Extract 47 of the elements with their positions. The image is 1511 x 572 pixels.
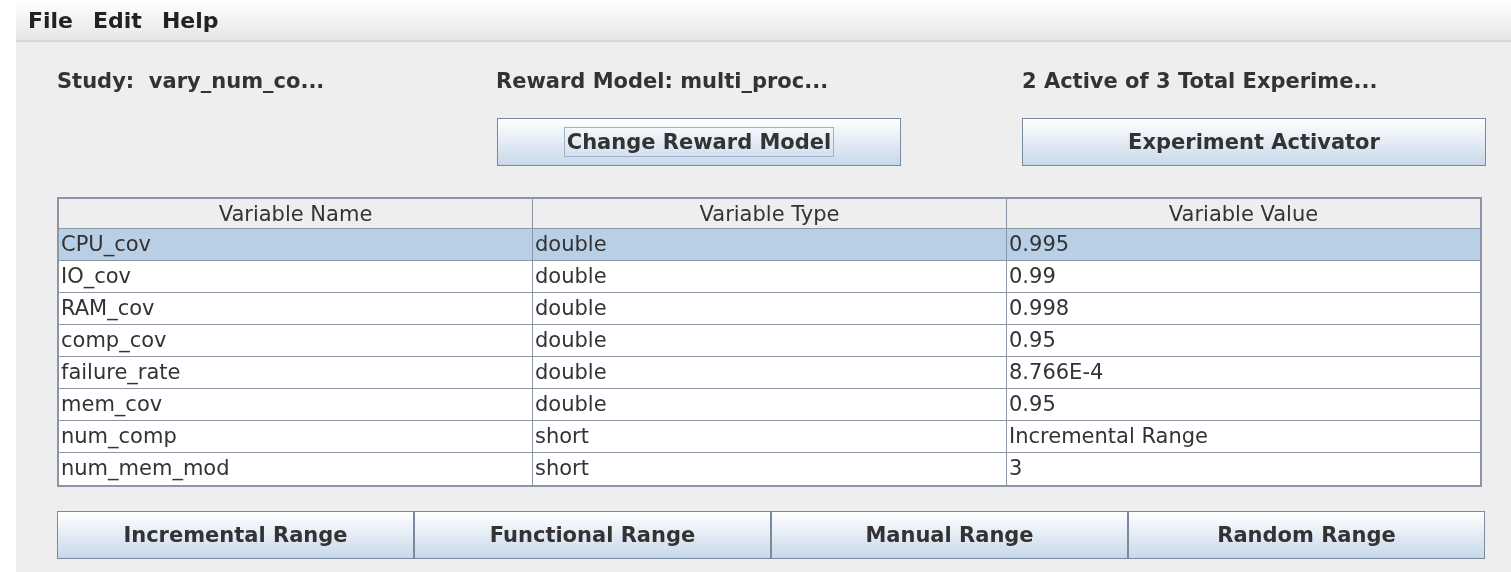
table-cell-text: 0.95 bbox=[1008, 391, 1057, 418]
table-row[interactable]: num_mem_mod short 3 bbox=[59, 453, 1480, 485]
table-cell: failure_rate bbox=[59, 357, 533, 388]
table-cell: double bbox=[533, 357, 1007, 388]
table-cell-text: 8.766E-4 bbox=[1008, 359, 1105, 386]
table-cell: RAM_cov bbox=[59, 293, 533, 324]
table-cell: short bbox=[533, 421, 1007, 452]
column-header[interactable]: Variable Type bbox=[533, 199, 1007, 228]
reward-model-label: Reward Model: multi_proc... bbox=[496, 69, 830, 93]
range-button[interactable]: Incremental Range bbox=[57, 511, 414, 559]
action-button[interactable]: Change Reward Model bbox=[497, 118, 901, 166]
table-cell: num_mem_mod bbox=[59, 453, 533, 485]
table-cell-text: 3 bbox=[1008, 455, 1024, 482]
table-row[interactable]: RAM_cov double 0.998 bbox=[59, 293, 1480, 325]
table-cell-text: Incremental Range bbox=[1008, 423, 1209, 450]
table-cell-text: 0.998 bbox=[1008, 295, 1071, 322]
column-header[interactable]: Variable Value bbox=[1007, 199, 1480, 228]
table-row[interactable]: failure_rate double 8.766E-4 bbox=[59, 357, 1480, 389]
table-cell: double bbox=[533, 261, 1007, 292]
experiments-label: 2 Active of 3 Total Experime... bbox=[1022, 69, 1378, 93]
menu-item[interactable]: Edit bbox=[93, 7, 142, 33]
table-cell: num_comp bbox=[59, 421, 533, 452]
table-cell: double bbox=[533, 325, 1007, 356]
table-cell: double bbox=[533, 293, 1007, 324]
table-cell: CPU_cov bbox=[59, 229, 533, 260]
table-row[interactable]: comp_cov double 0.95 bbox=[59, 325, 1480, 357]
table-cell: double bbox=[533, 389, 1007, 420]
table-cell: double bbox=[533, 229, 1007, 260]
table-cell: IO_cov bbox=[59, 261, 533, 292]
study-label: Study: vary_num_co... bbox=[57, 69, 326, 93]
column-header[interactable]: Variable Name bbox=[59, 199, 533, 228]
range-button[interactable]: Manual Range bbox=[771, 511, 1128, 559]
table-row[interactable]: IO_cov double 0.99 bbox=[59, 261, 1480, 293]
range-button[interactable]: Functional Range bbox=[414, 511, 771, 559]
table-cell-text: 0.99 bbox=[1008, 263, 1057, 290]
table-cell: mem_cov bbox=[59, 389, 533, 420]
table-row[interactable]: mem_cov double 0.95 bbox=[59, 389, 1480, 421]
table-row[interactable]: CPU_cov double 0.995 bbox=[59, 229, 1480, 261]
menu-item[interactable]: File bbox=[28, 7, 74, 33]
range-button[interactable]: Random Range bbox=[1128, 511, 1485, 559]
table-cell: short bbox=[533, 453, 1007, 485]
table-cell-text: 0.995 bbox=[1008, 231, 1071, 258]
menu-item[interactable]: Help bbox=[161, 7, 219, 33]
table-row[interactable]: num_comp short Incremental Range bbox=[59, 421, 1480, 453]
table-cell: comp_cov bbox=[59, 325, 533, 356]
table-cell-text: 0.95 bbox=[1008, 327, 1057, 354]
action-button[interactable]: Experiment Activator bbox=[1022, 118, 1486, 166]
